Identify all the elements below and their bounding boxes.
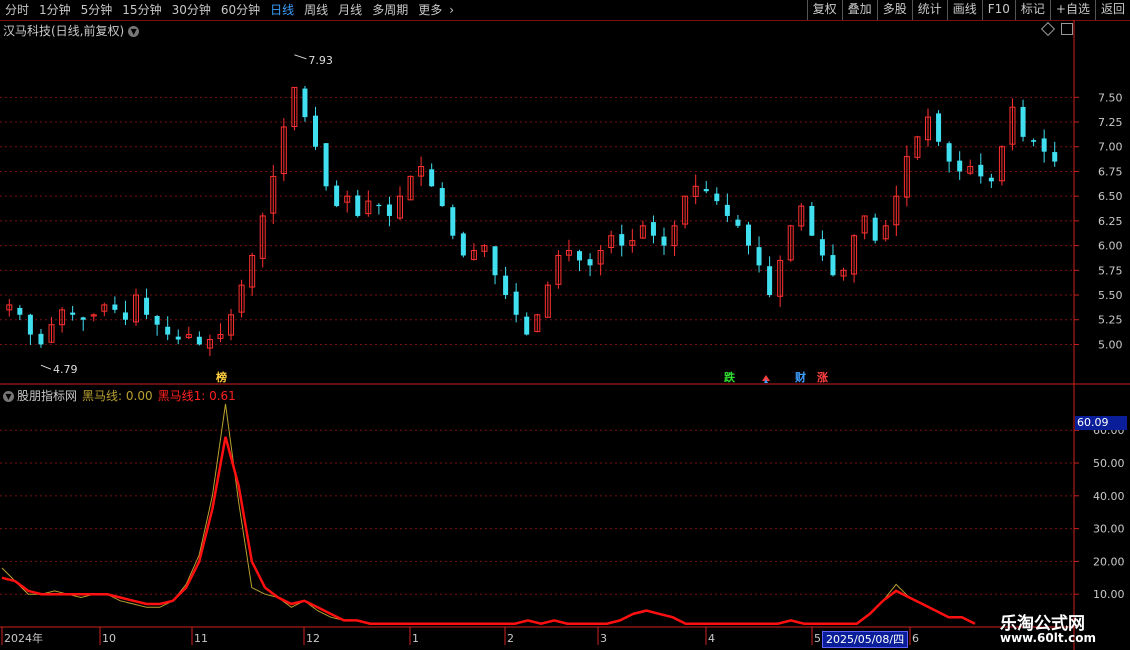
candle-body — [745, 224, 751, 246]
candle-body — [650, 222, 656, 236]
candle-body — [819, 239, 825, 256]
candle-body — [830, 255, 836, 276]
indicator-name: 股朋指标网 — [17, 389, 78, 403]
watermark-url: www.60lt.com — [1000, 631, 1097, 645]
candle-body — [1041, 138, 1047, 152]
candle-body — [386, 204, 392, 216]
candle-body — [122, 312, 128, 320]
x-tick-label: 11 — [194, 632, 208, 645]
candle-body — [703, 189, 709, 192]
candle-body — [154, 315, 160, 325]
candle-body — [661, 236, 667, 246]
candle-body — [38, 333, 44, 345]
candle-body — [112, 304, 118, 310]
candle-body — [313, 115, 319, 147]
candle-body — [577, 251, 583, 261]
x-tick-label: 2024年 — [4, 631, 43, 645]
candle-body — [1031, 140, 1037, 142]
x-tick-label: 10 — [102, 632, 116, 645]
min-pointer — [40, 364, 52, 370]
series2-label: 黑马线1: 0.61 — [157, 389, 236, 403]
y-tick-label: 5.00 — [1098, 338, 1123, 351]
y-tick-label: 10.00 — [1093, 588, 1125, 601]
y-tick-label: 5.75 — [1098, 264, 1123, 277]
x-tick-label: 1 — [412, 632, 419, 645]
candle-body — [165, 326, 171, 335]
event-marker: 榜 — [216, 370, 227, 384]
candle-body — [936, 113, 942, 142]
candle-body — [988, 177, 994, 182]
x-tick-label: 4 — [708, 632, 715, 645]
candle-body — [513, 291, 519, 315]
chevron-down-icon[interactable]: ▼ — [3, 391, 14, 402]
candle-body — [70, 312, 76, 315]
y-tick-label: 6.50 — [1098, 190, 1123, 203]
candle-body — [376, 204, 382, 207]
candle-body — [503, 275, 509, 296]
x-tick-label: 2 — [507, 632, 514, 645]
candle-body — [80, 317, 86, 320]
candle-body — [957, 160, 963, 172]
candle-body — [355, 195, 361, 216]
y-tick-label: 6.00 — [1098, 240, 1123, 253]
y-tick-label: 6.25 — [1098, 215, 1123, 228]
candle-body — [767, 266, 773, 296]
candle-body — [17, 307, 23, 315]
candle-body — [1052, 152, 1058, 162]
candle-body — [323, 143, 329, 187]
event-marker: 财 — [794, 370, 806, 384]
series1-line — [1, 403, 976, 625]
y-tick-label: 20.00 — [1093, 555, 1125, 568]
candle-body — [302, 88, 308, 118]
series2-line — [1, 436, 976, 625]
candle-body — [524, 316, 530, 335]
y-tick-label: 50.00 — [1093, 457, 1125, 470]
candle-body — [144, 297, 150, 315]
candle-body — [587, 259, 593, 266]
candle-body — [439, 188, 445, 207]
y-tick-label: 5.25 — [1098, 314, 1123, 327]
candle-body — [756, 247, 762, 266]
max-price-label: 7.93 — [308, 54, 333, 67]
candle-body — [460, 233, 466, 256]
candle-body — [724, 204, 730, 216]
cursor-date-badge: 2025/05/08/四 — [822, 631, 909, 648]
x-tick-label: 5 — [814, 632, 821, 645]
candle-body — [735, 219, 741, 226]
y-tick-label: 7.25 — [1098, 116, 1123, 129]
event-marker: 涨 — [817, 370, 828, 384]
candle-body — [450, 207, 456, 236]
min-price-label: 4.79 — [53, 363, 78, 376]
y-tick-label: 5.50 — [1098, 289, 1123, 302]
series1-label: 黑马线: 0.00 — [82, 389, 153, 403]
y-tick-label: 40.00 — [1093, 490, 1125, 503]
x-tick-label: 3 — [600, 632, 607, 645]
candle-body — [978, 164, 984, 177]
candle-body — [429, 169, 435, 187]
chart-canvas[interactable]: 5.00 5.25 5.50 5.75 6.00 6.25 6.50 6.75 7.00 7.25… — [0, 0, 1130, 650]
x-tick-label: 6 — [912, 632, 919, 645]
event-marker: 跌 — [724, 370, 736, 384]
y-tick-label: 7.00 — [1098, 141, 1123, 154]
candle-body — [1020, 106, 1026, 137]
y-tick-label: 6.75 — [1098, 165, 1123, 178]
y-tick-label: 30.00 — [1093, 523, 1125, 536]
candle-body — [619, 234, 625, 246]
candle-body — [872, 217, 878, 241]
candle-body — [27, 314, 33, 335]
x-tick-label: 12 — [306, 632, 320, 645]
candle-body — [334, 185, 340, 207]
current-value-badge: 60.09 — [1075, 416, 1127, 430]
candle-body — [946, 143, 952, 162]
candle-body — [492, 246, 498, 276]
y-tick-label: 7.50 — [1098, 91, 1123, 104]
candle-body — [175, 336, 181, 340]
max-pointer — [294, 54, 307, 60]
indicator-title[interactable]: ▼ 股朋指标网 黑马线: 0.00 黑马线1: 0.61 — [3, 387, 236, 404]
candle-body — [714, 193, 720, 202]
candle-body — [809, 205, 815, 236]
candle-body — [196, 336, 202, 345]
